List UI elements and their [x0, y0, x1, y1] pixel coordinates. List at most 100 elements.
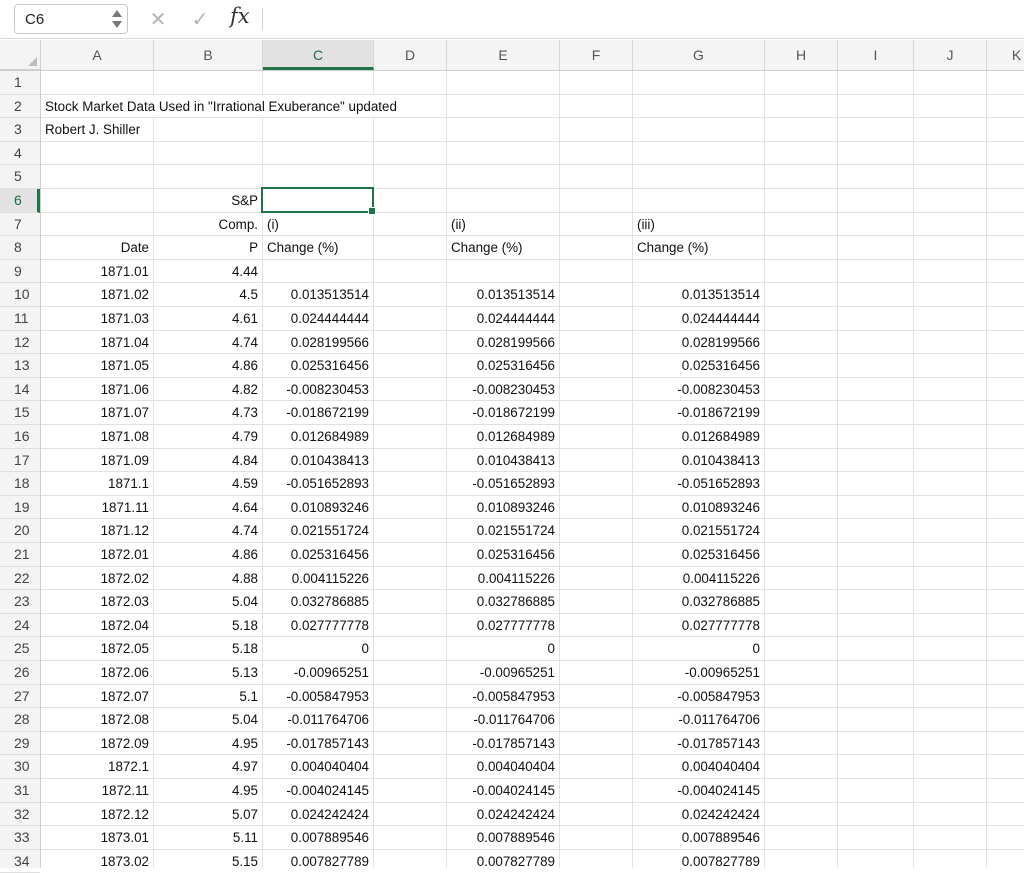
price-cell[interactable]: 4.5 [154, 283, 258, 306]
price-cell[interactable]: 4.88 [154, 567, 258, 590]
enter-icon[interactable]: ✓ [188, 6, 212, 32]
insert-function-icon[interactable]: fx [230, 4, 250, 28]
row-header-13[interactable]: 13 [0, 354, 40, 378]
column-header-g[interactable]: G [633, 40, 765, 70]
change-iii-cell[interactable]: -0.017857143 [633, 732, 760, 755]
change-ii-cell[interactable]: 0.028199566 [447, 331, 555, 354]
row-header-28[interactable]: 28 [0, 708, 40, 732]
row-header-30[interactable]: 30 [0, 755, 40, 779]
change-iii-cell[interactable]: 0.010893246 [633, 496, 760, 519]
change-i-cell[interactable]: 0.021551724 [263, 519, 369, 542]
formula-input[interactable] [270, 6, 1024, 32]
price-cell[interactable]: 5.07 [154, 803, 258, 826]
change-ii-cell[interactable]: 0.012684989 [447, 425, 555, 448]
row-header-7[interactable]: 7 [0, 213, 40, 237]
date-cell[interactable]: 1872.08 [41, 708, 149, 731]
change-ii-cell[interactable]: -0.00965251 [447, 661, 555, 684]
price-cell[interactable]: 4.95 [154, 732, 258, 755]
price-cell[interactable]: 5.18 [154, 637, 258, 660]
change-i-cell[interactable]: -0.005847953 [263, 685, 369, 708]
change-ii-cell[interactable]: 0 [447, 637, 555, 660]
change-i-cell[interactable]: -0.008230453 [263, 378, 369, 401]
change-ii-cell[interactable]: 0.025316456 [447, 354, 555, 377]
price-cell[interactable]: 4.74 [154, 519, 258, 542]
column-header-h[interactable]: H [765, 40, 838, 70]
change-i-cell[interactable]: 0.010438413 [263, 449, 369, 472]
price-cell[interactable]: 5.1 [154, 685, 258, 708]
change-iii-cell[interactable]: 0.024444444 [633, 307, 760, 330]
change-i-cell[interactable]: 0.013513514 [263, 283, 369, 306]
price-cell[interactable]: 4.64 [154, 496, 258, 519]
change-iii-cell[interactable]: 0.010438413 [633, 449, 760, 472]
change-i-cell[interactable]: -0.00965251 [263, 661, 369, 684]
date-cell[interactable]: 1872.1 [41, 755, 149, 778]
price-cell[interactable]: 4.79 [154, 425, 258, 448]
change-iii-cell[interactable]: 0.004115226 [633, 567, 760, 590]
col-c-change-cell[interactable]: Change (%) [267, 236, 338, 259]
name-box-stepper-icon[interactable] [112, 8, 122, 30]
row-header-12[interactable]: 12 [0, 331, 40, 355]
column-header-k[interactable]: K [987, 40, 1024, 70]
row-header-26[interactable]: 26 [0, 661, 40, 685]
date-cell[interactable]: 1873.02 [41, 850, 149, 868]
date-cell[interactable]: 1871.08 [41, 425, 149, 448]
change-i-cell[interactable]: 0.028199566 [263, 331, 369, 354]
change-ii-cell[interactable]: 0.010438413 [447, 449, 555, 472]
column-header-f[interactable]: F [560, 40, 633, 70]
date-cell[interactable]: 1872.11 [41, 779, 149, 802]
row-header-1[interactable]: 1 [0, 71, 40, 95]
change-i-cell[interactable]: 0 [263, 637, 369, 660]
row-header-18[interactable]: 18 [0, 472, 40, 496]
date-cell[interactable]: 1871.06 [41, 378, 149, 401]
change-i-cell[interactable]: 0.004115226 [263, 567, 369, 590]
date-cell[interactable]: 1871.02 [41, 283, 149, 306]
date-cell[interactable]: 1872.12 [41, 803, 149, 826]
change-ii-cell[interactable]: -0.005847953 [447, 685, 555, 708]
row-header-16[interactable]: 16 [0, 425, 40, 449]
row-header-9[interactable]: 9 [0, 260, 40, 284]
change-iii-cell[interactable]: -0.005847953 [633, 685, 760, 708]
col-g-iii-cell[interactable]: (iii) [637, 213, 655, 236]
row-header-11[interactable]: 11 [0, 307, 40, 331]
change-ii-cell[interactable]: -0.018672199 [447, 401, 555, 424]
author-cell[interactable]: Robert J. Shiller [45, 118, 140, 141]
change-ii-cell[interactable]: 0.027777778 [447, 614, 555, 637]
row-header-5[interactable]: 5 [0, 165, 40, 189]
row-header-22[interactable]: 22 [0, 567, 40, 591]
change-i-cell[interactable]: 0.004040404 [263, 755, 369, 778]
sp-label-cell[interactable]: S&P [154, 189, 258, 212]
row-header-15[interactable]: 15 [0, 401, 40, 425]
price-cell[interactable]: 4.86 [154, 354, 258, 377]
select-all-button[interactable] [0, 40, 41, 70]
row-header-19[interactable]: 19 [0, 496, 40, 520]
change-iii-cell[interactable]: -0.004024145 [633, 779, 760, 802]
date-cell[interactable]: 1872.09 [41, 732, 149, 755]
row-header-23[interactable]: 23 [0, 590, 40, 614]
column-header-e[interactable]: E [447, 40, 560, 70]
row-header-10[interactable]: 10 [0, 283, 40, 307]
date-cell[interactable]: 1872.07 [41, 685, 149, 708]
change-i-cell[interactable]: 0.027777778 [263, 614, 369, 637]
date-cell[interactable]: 1871.11 [41, 496, 149, 519]
change-ii-cell[interactable]: -0.051652893 [447, 472, 555, 495]
p-label-cell[interactable]: P [154, 236, 258, 259]
change-i-cell[interactable]: 0.032786885 [263, 590, 369, 613]
change-iii-cell[interactable]: 0.025316456 [633, 354, 760, 377]
change-ii-cell[interactable]: 0.007827789 [447, 850, 555, 868]
price-cell[interactable]: 4.59 [154, 472, 258, 495]
change-iii-cell[interactable]: 0.007889546 [633, 826, 760, 849]
column-header-b[interactable]: B [154, 40, 263, 70]
row-header-33[interactable]: 33 [0, 826, 40, 850]
date-cell[interactable]: 1871.05 [41, 354, 149, 377]
row-header-24[interactable]: 24 [0, 614, 40, 638]
name-box[interactable]: C6 [14, 4, 128, 34]
comp-label-cell[interactable]: Comp. [154, 213, 258, 236]
change-ii-cell[interactable]: 0.025316456 [447, 543, 555, 566]
date-cell[interactable]: 1872.04 [41, 614, 149, 637]
row-header-31[interactable]: 31 [0, 779, 40, 803]
change-i-cell[interactable]: 0.007827789 [263, 850, 369, 868]
change-i-cell[interactable]: 0.024242424 [263, 803, 369, 826]
change-ii-cell[interactable]: 0.007889546 [447, 826, 555, 849]
change-i-cell[interactable]: 0.010893246 [263, 496, 369, 519]
change-i-cell[interactable]: -0.011764706 [263, 708, 369, 731]
